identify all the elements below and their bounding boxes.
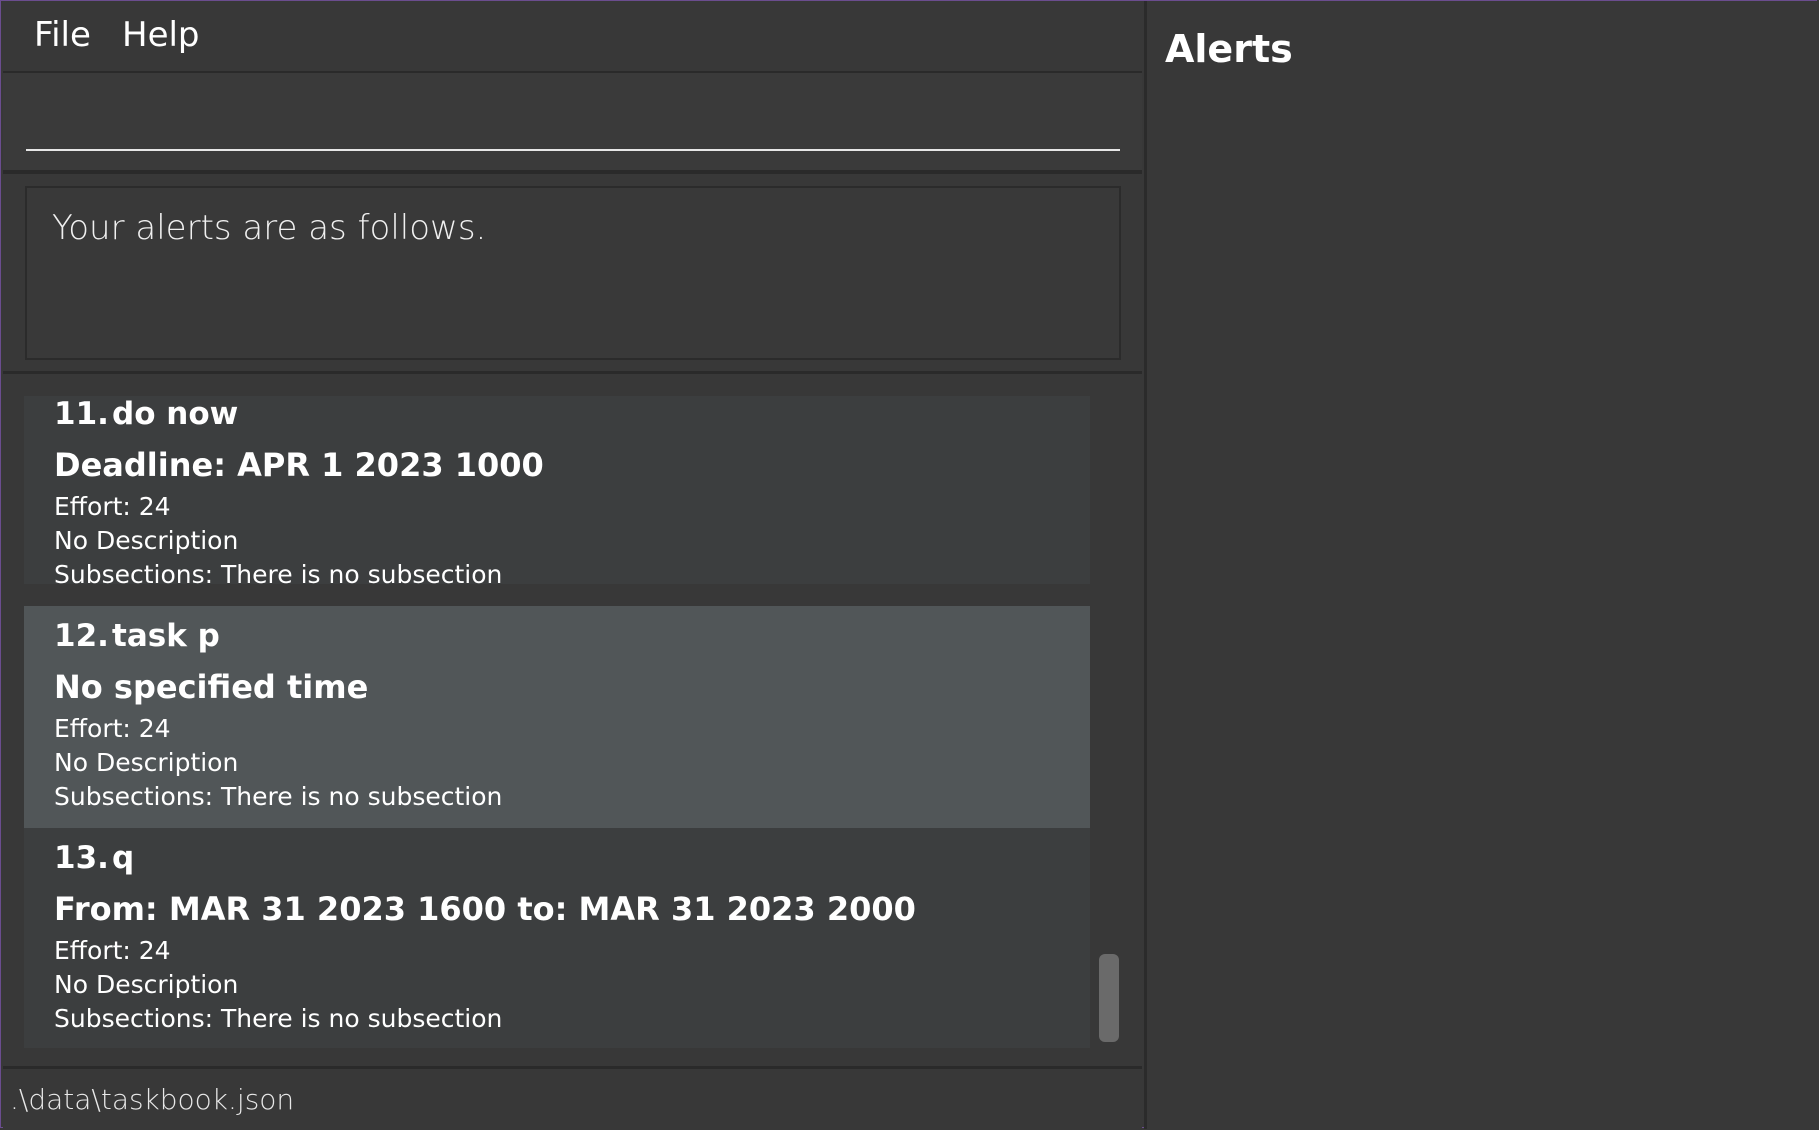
task-name: q — [112, 840, 135, 876]
command-box-area — [3, 71, 1142, 174]
task-effort: Effort: 24 — [54, 936, 171, 965]
task-name: task p — [112, 618, 220, 654]
task-card[interactable]: 11.do now Deadline: APR 1 2023 1000 Effo… — [24, 396, 1090, 589]
task-list-scrollbar[interactable] — [1099, 954, 1119, 1042]
task-header: 12.task p — [54, 618, 220, 654]
task-subsections: Subsections: There is no subsection — [54, 1004, 503, 1033]
task-time: No specified time — [54, 668, 369, 706]
task-index: 12. — [54, 618, 109, 654]
result-display: Your alerts are as follows. — [25, 186, 1121, 360]
task-card[interactable]: 13.q From: MAR 31 2023 1600 to: MAR 31 2… — [24, 828, 1090, 1048]
command-input[interactable] — [26, 107, 1120, 151]
alerts-pane: Alerts — [1144, 1, 1818, 1129]
task-description: No Description — [54, 526, 239, 555]
task-header: 11.do now — [54, 396, 238, 432]
menu-bar: File Help — [3, 1, 1142, 71]
task-header: 13.q — [54, 840, 134, 876]
task-name: do now — [112, 396, 239, 432]
task-card-selected[interactable]: 12.task p No specified time Effort: 24 N… — [24, 606, 1090, 828]
menu-file[interactable]: File — [34, 13, 91, 57]
result-message: Your alerts are as follows. — [52, 208, 487, 248]
task-description: No Description — [54, 970, 239, 999]
task-subsections: Subsections: There is no subsection — [54, 560, 503, 589]
task-time: From: MAR 31 2023 1600 to: MAR 31 2023 2… — [54, 890, 916, 928]
task-effort: Effort: 24 — [54, 714, 171, 743]
task-description: No Description — [54, 748, 239, 777]
task-effort: Effort: 24 — [54, 492, 171, 521]
task-index: 11. — [54, 396, 109, 432]
task-time: Deadline: APR 1 2023 1000 — [54, 446, 544, 484]
task-list-panel: 11.do now Deadline: APR 1 2023 1000 Effo… — [3, 374, 1142, 1069]
task-index: 13. — [54, 840, 109, 876]
status-bar: .\data\taskbook.json — [3, 1073, 1142, 1129]
task-subsections: Subsections: There is no subsection — [54, 782, 503, 811]
menu-help[interactable]: Help — [122, 13, 200, 57]
task-list[interactable]: 11.do now Deadline: APR 1 2023 1000 Effo… — [24, 396, 1090, 1048]
alerts-title: Alerts — [1165, 27, 1293, 71]
main-pane: File Help Your alerts are as follows. 11… — [3, 1, 1142, 1129]
status-file-path: .\data\taskbook.json — [10, 1083, 295, 1116]
result-display-area: Your alerts are as follows. — [3, 174, 1142, 374]
app-window: File Help Your alerts are as follows. 11… — [0, 0, 1818, 1129]
